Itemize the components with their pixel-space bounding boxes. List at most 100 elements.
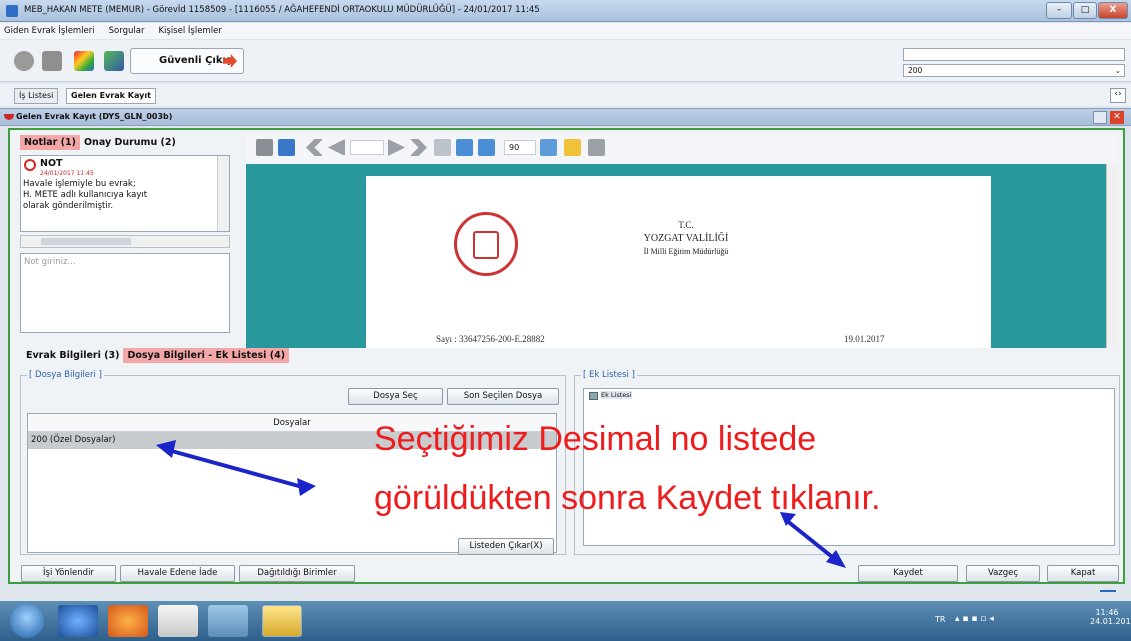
save-icon[interactable]: [278, 139, 295, 156]
chevron-down-icon: ⌄: [1114, 66, 1121, 75]
page-number-input[interactable]: [350, 140, 384, 155]
note-hscrollbar[interactable]: [20, 235, 230, 248]
viewer-toolbar: 90: [246, 134, 1118, 162]
tab-evrak-bilgileri[interactable]: Evrak Bilgileri (3): [22, 348, 123, 363]
users-icon[interactable]: [104, 51, 124, 71]
fit-page-icon[interactable]: [456, 139, 473, 156]
scroll-thumb[interactable]: [41, 238, 131, 245]
clock-date: 24.01.2017: [1090, 617, 1131, 626]
doc-date: 19.01.2017: [844, 334, 885, 344]
clock-time: 11:46: [1095, 608, 1119, 617]
note-date: 24/01/2017 11:45: [40, 170, 94, 177]
app-icon: [6, 5, 18, 17]
note-title: NOT: [40, 158, 63, 169]
tab-approval[interactable]: Onay Durumu (2): [80, 135, 180, 150]
menu-kisisel[interactable]: Kişisel İşlemler: [158, 23, 221, 39]
havale-edene-iade-button[interactable]: Havale Edene İade: [120, 565, 235, 582]
dagitildigi-birimler-button[interactable]: Dağıtıldığı Birimler: [239, 565, 355, 582]
folder-icon: [589, 392, 598, 400]
isi-yonlendir-button[interactable]: İşi Yönlendir: [21, 565, 116, 582]
form-header: Gelen Evrak Kayıt (DYS_GLN_003b) ✕: [0, 108, 1131, 126]
first-page-icon[interactable]: [306, 139, 323, 156]
doc-sayi: Sayı : 33647256-200-E.28882: [436, 334, 545, 344]
ek-group: [ Ek Listesi ] Ek Listesi: [574, 370, 1120, 555]
next-page-icon[interactable]: [388, 139, 405, 156]
ribbon-icon[interactable]: [564, 139, 581, 156]
note-line: H. METE adlı kullanıcıya kayıt: [23, 190, 148, 200]
prev-page-icon[interactable]: [328, 139, 345, 156]
unit-combo[interactable]: 200 ⌄: [903, 64, 1125, 77]
form-close-icon[interactable]: ✕: [1110, 111, 1124, 124]
viewer-vscrollbar[interactable]: [1106, 164, 1118, 348]
last-page-icon[interactable]: [410, 139, 427, 156]
tab-nav-icon[interactable]: ‹›: [1110, 88, 1126, 103]
tab-dosya-bilgileri[interactable]: Dosya Bilgileri - Ek Listesi (4): [123, 348, 290, 363]
dosya-group: [ Dosya Bilgileri ] Dosya Seç Son Seçile…: [20, 370, 566, 555]
fit-width-icon[interactable]: [478, 139, 495, 156]
note-input[interactable]: Not giriniz...: [20, 253, 230, 333]
tab-gelen-evrak[interactable]: Gelen Evrak Kayıt: [66, 88, 156, 104]
rotate-icon[interactable]: [434, 139, 451, 156]
document-viewer: 90 T.C. YOZGAT VALİLİĞİ İl Milli Eğitim …: [246, 134, 1118, 348]
vazgec-button[interactable]: Vazgeç: [966, 565, 1040, 582]
listeden-cikar-button[interactable]: Listeden Çıkar(X): [458, 538, 554, 555]
safe-exit-button[interactable]: Güvenli Çıkış: [130, 48, 244, 74]
lower-tabs: Evrak Bilgileri (3) Dosya Bilgileri - Ek …: [22, 348, 290, 366]
document-header: T.C. YOZGAT VALİLİĞİ İl Milli Eğitim Müd…: [606, 219, 766, 258]
annotation-line-2: görüldükten sonra Kaydet tıklanır.: [374, 479, 881, 517]
doc-header-tc: T.C.: [678, 220, 694, 230]
ek-tree-root[interactable]: Ek Listesi: [601, 391, 632, 399]
document-page: T.C. YOZGAT VALİLİĞİ İl Milli Eğitim Müd…: [366, 176, 991, 348]
doc-header-mudurluk: İl Milli Eğitim Müdürlüğü: [643, 247, 729, 256]
folder-app-icon[interactable]: [262, 605, 302, 637]
zoom-input[interactable]: 90: [504, 140, 536, 155]
window-title: MEB_HAKAN METE (MEMUR) - Görevİd 1158509…: [24, 5, 540, 15]
language-indicator[interactable]: TR: [935, 615, 945, 624]
menu-sorgular[interactable]: Sorgular: [109, 23, 145, 39]
menu-bar: Giden Evrak İşlemleri Sorgular Kişisel İşl…: [0, 23, 1131, 39]
kapat-button[interactable]: Kapat: [1047, 565, 1119, 582]
document-canvas: T.C. YOZGAT VALİLİĞİ İl Milli Eğitim Müd…: [246, 164, 1118, 348]
clock[interactable]: 11:46 24.01.2017: [1090, 608, 1131, 626]
firefox-icon[interactable]: [108, 605, 148, 637]
print-icon[interactable]: [256, 139, 273, 156]
document-icon[interactable]: [588, 139, 605, 156]
tab-is-listesi[interactable]: İş Listesi: [14, 88, 59, 104]
java-icon[interactable]: [158, 605, 198, 637]
tray-icons[interactable]: ▴ ▪ ▪ ▫ ◂: [955, 614, 994, 624]
color-icon[interactable]: [74, 51, 94, 71]
tab-strip: İş Listesi Gelen Evrak Kayıt ‹›: [0, 84, 1131, 106]
paint-icon[interactable]: [208, 605, 248, 637]
dosya-sec-button[interactable]: Dosya Seç: [348, 388, 443, 405]
unit-combo-value: 200: [908, 66, 923, 75]
square-icon[interactable]: [42, 51, 62, 71]
main-toolbar: Güvenli Çıkış 200 ⌄: [0, 40, 1131, 82]
ek-legend: [ Ek Listesi ]: [581, 370, 637, 380]
top-combo[interactable]: [903, 48, 1125, 61]
no-entry-icon: [24, 159, 36, 171]
menu-giden-evrak[interactable]: Giden Evrak İşlemleri: [4, 23, 95, 39]
restore-icon[interactable]: [1093, 111, 1107, 124]
book-icon: [473, 231, 499, 259]
maximize-button[interactable]: □: [1073, 2, 1097, 19]
annotation-line-1: Seçtiğimiz Desimal no listede: [374, 420, 817, 458]
ek-tree: Ek Listesi: [583, 388, 1115, 546]
close-button[interactable]: X: [1098, 2, 1128, 19]
ie-icon[interactable]: [58, 605, 98, 637]
tab-notes[interactable]: Notlar (1): [20, 135, 80, 150]
zoom-icon[interactable]: [540, 139, 557, 156]
form-title: Gelen Evrak Kayıt (DYS_GLN_003b): [16, 112, 173, 121]
status-bar: [0, 588, 1131, 601]
stop-icon[interactable]: [14, 51, 34, 71]
meb-seal-logo: [454, 212, 518, 276]
note-vscrollbar[interactable]: [217, 156, 229, 231]
windows-start-icon[interactable]: [10, 604, 44, 638]
minimize-button[interactable]: –: [1046, 2, 1072, 19]
son-secilen-dosya-button[interactable]: Son Seçilen Dosya: [447, 388, 559, 405]
taskbar: TR ▴ ▪ ▪ ▫ ◂ 11:46 24.01.2017: [0, 601, 1131, 641]
safe-exit-label: Güvenli Çıkış: [159, 55, 232, 66]
zoom-value: 90: [509, 143, 520, 152]
kaydet-button[interactable]: Kaydet: [858, 565, 958, 582]
note-line: Havale işlemiyle bu evrak;: [23, 179, 136, 189]
notes-panel: Notlar (1) Onay Durumu (2) NOT 24/01/2017…: [20, 135, 238, 333]
